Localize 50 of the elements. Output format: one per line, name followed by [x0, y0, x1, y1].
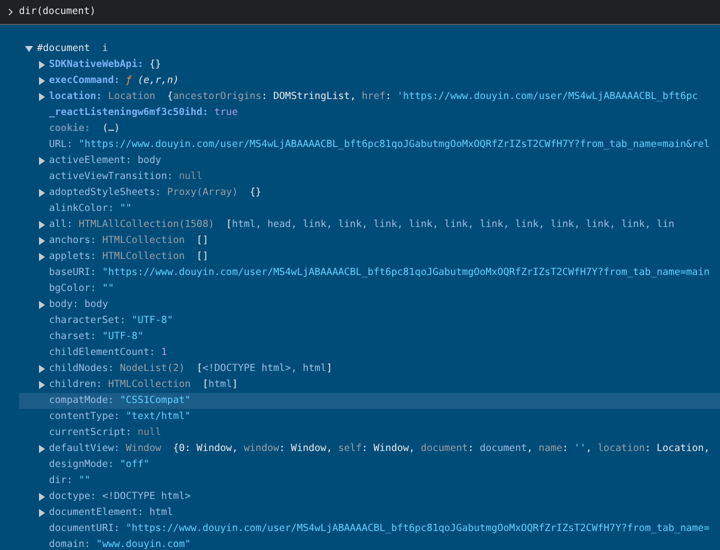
expand-arrow-icon[interactable] [39, 365, 45, 373]
property-line: designMode: "off" [49, 458, 150, 472]
property-line: doctype: <!DOCTYPE html> [49, 490, 191, 504]
property-line: all: HTMLAllCollection(1508) [html, head, link, link, link, link, link, link, link, link, link, link, lin [49, 218, 674, 232]
property-line: alinkColor: "" [49, 202, 132, 216]
property-line: cookie: (…) [49, 122, 120, 136]
property-line: compatMode: "CSS1Compat" [49, 394, 191, 408]
expand-arrow-icon[interactable] [39, 61, 45, 69]
property-line: documentURI: "https://www.douyin.com/user/MS4wLjABAAAACBL_bft6pc81qoJGabutmgOoMxOQRfZrIZsT2CWfH7Y?from_tab_name= [49, 522, 710, 536]
object-label: #document [37, 42, 90, 56]
property-line: adoptedStyleSheets: Proxy(Array) {} [49, 186, 262, 200]
property-line: domain: "www.douyin.com" [49, 538, 191, 550]
property-line: childElementCount: 1 [49, 346, 168, 360]
property-line: charset: "UTF-8" [49, 330, 144, 344]
property-line: contentType: "text/html" [49, 410, 191, 424]
prompt-chevron-icon [8, 8, 13, 16]
property-line: defaultView: Window {0: Window, window: Window, self: Window, document: document, name: '', location: Location, [49, 442, 710, 456]
property-line: activeViewTransition: null [49, 170, 202, 184]
expand-arrow-icon[interactable] [39, 509, 45, 517]
console-input-text: dir(document) [19, 5, 96, 19]
property-line: dir: "" [49, 474, 90, 488]
expand-arrow-icon[interactable] [39, 93, 45, 101]
property-line: bgColor: "" [49, 282, 114, 296]
property-line: SDKNativeWebApi: {} [49, 58, 162, 72]
expand-arrow-icon[interactable] [39, 493, 45, 501]
property-line: activeElement: body [49, 154, 162, 168]
expand-arrow-icon[interactable] [39, 381, 45, 389]
info-icon[interactable]: i [102, 41, 108, 57]
property-line: _reactListeningw6mf3c50ihd: true [49, 106, 238, 120]
expand-arrow-icon[interactable] [25, 46, 33, 52]
property-line: children: HTMLCollection [html] [49, 378, 238, 392]
property-line: characterSet: "UTF-8" [49, 314, 173, 328]
property-line: currentScript: null [49, 426, 162, 440]
property-line: URL: "https://www.douyin.com/user/MS4wLjABAAAACBL_bft6pc81qoJGabutmgOoMxOQRfZrIZsT2CWfH7Y?from_tab_name=main&rel [49, 138, 710, 152]
property-line: documentElement: html [49, 506, 173, 520]
expand-arrow-icon[interactable] [39, 221, 45, 229]
expand-arrow-icon[interactable] [39, 445, 45, 453]
expand-arrow-icon[interactable] [39, 253, 45, 261]
expand-arrow-icon[interactable] [39, 301, 45, 309]
property-line: applets: HTMLCollection [] [49, 250, 208, 264]
expand-arrow-icon[interactable] [39, 237, 45, 245]
property-line: execCommand: ƒ (e,r,n) [49, 74, 179, 88]
property-line: baseURI: "https://www.douyin.com/user/MS4wLjABAAAACBL_bft6pc81qoJGabutmgOoMxOQRfZrIZsT2CWfH7Y?from_tab_name=main [49, 266, 710, 280]
property-line: childNodes: NodeList(2) [<!DOCTYPE html>, html] [49, 362, 332, 376]
expand-arrow-icon[interactable] [39, 189, 45, 197]
expand-arrow-icon[interactable] [39, 157, 45, 165]
property-line: location: Location {ancestorOrigins: DOMStringList, href: 'https://www.douyin.com/user/MS4wLjABAAAACBL_bft6pc [49, 90, 698, 104]
property-line: anchors: HTMLCollection [] [49, 234, 208, 248]
expand-arrow-icon[interactable] [39, 77, 45, 85]
property-line: body: body [49, 298, 108, 312]
